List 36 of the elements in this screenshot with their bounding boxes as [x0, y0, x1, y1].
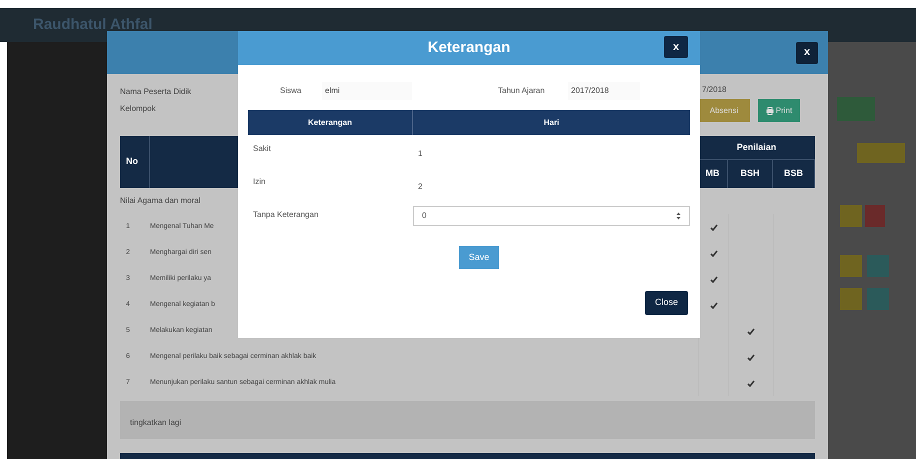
column-header: MB — [706, 167, 720, 180]
field-label: Tahun Ajaran — [498, 85, 546, 97]
dialog-title: Keterangan — [428, 38, 510, 58]
note-text: tingkatkan lagi — [130, 418, 182, 427]
row-label: Tanpa Keterangan — [252, 209, 320, 221]
column-header: Hari — [544, 116, 560, 128]
section-title: Nilai Agama dan moral — [120, 195, 200, 207]
row-label: Sakit — [252, 143, 272, 155]
day-count: 2 — [417, 181, 422, 193]
close-button[interactable]: x — [664, 36, 688, 58]
absence-select[interactable]: 0 — [413, 206, 690, 226]
action-button[interactable] — [840, 288, 862, 310]
column-header: Keterangan — [308, 116, 352, 128]
school-year-field[interactable]: 2017/2018 — [568, 82, 640, 100]
action-button[interactable] — [840, 205, 862, 227]
close-button[interactable]: x — [796, 42, 818, 64]
school-year-text: 7/2018 — [702, 84, 728, 96]
field-label: Nama Peserta Didik — [120, 86, 192, 98]
row-label: Izin — [252, 176, 266, 188]
student-field[interactable]: elmi — [322, 82, 412, 100]
action-button[interactable] — [840, 255, 862, 277]
field-label: Siswa — [280, 85, 302, 97]
day-count: 1 — [417, 148, 422, 160]
action-button[interactable] — [867, 255, 889, 277]
action-button[interactable] — [837, 97, 875, 121]
column-header: Penilaian — [736, 140, 776, 154]
action-button[interactable] — [857, 143, 905, 163]
column-header: BSH — [740, 167, 760, 180]
action-button[interactable] — [867, 288, 889, 310]
action-button[interactable] — [865, 205, 885, 227]
column-header: BSB — [784, 167, 803, 180]
column-header: No — [126, 155, 138, 168]
close-button[interactable]: Close — [645, 291, 688, 315]
printer-icon — [766, 106, 774, 114]
dropdown-icon — [676, 212, 681, 220]
field-label: Kelompok — [120, 103, 157, 115]
